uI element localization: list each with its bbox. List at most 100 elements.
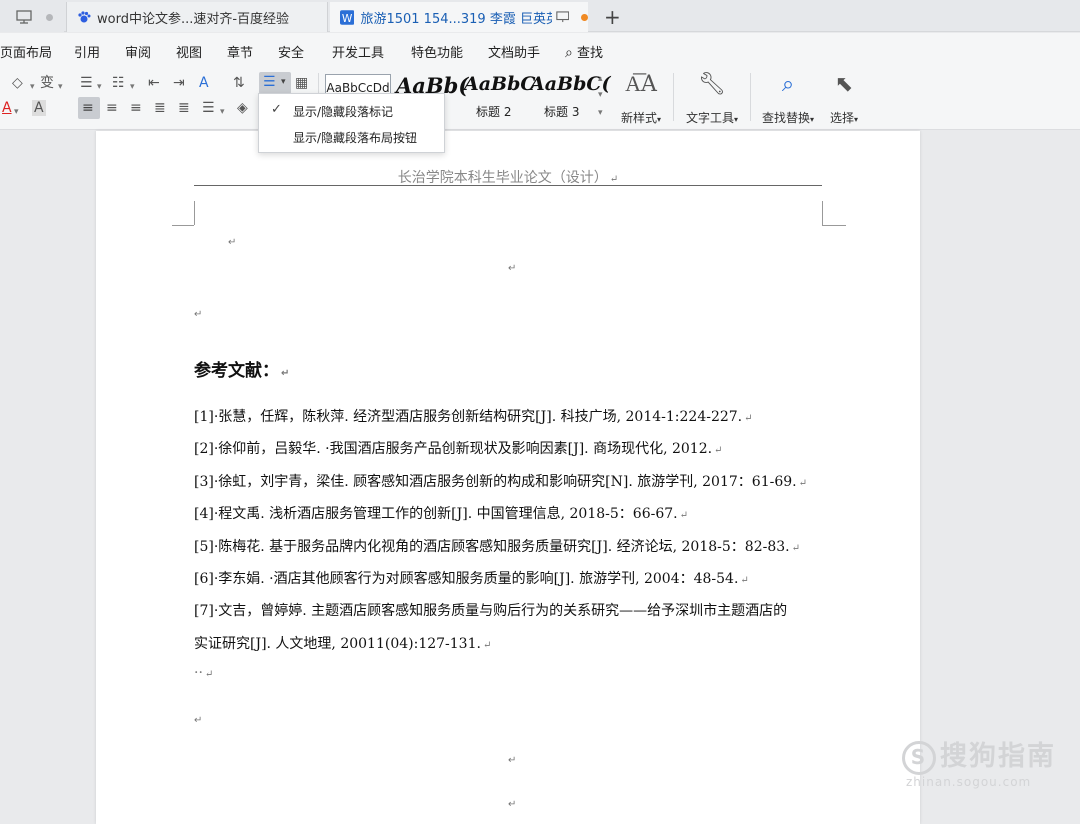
distributed-icon[interactable]: ≣ [178, 100, 190, 116]
sort-icon[interactable]: ⇅ [233, 75, 245, 91]
crop-mark [822, 225, 846, 226]
bullet-list-icon[interactable]: ☰ [80, 75, 93, 91]
paragraph-mark: ↵ [508, 755, 517, 766]
crop-mark [172, 225, 194, 226]
line-spacing-icon[interactable]: ☰ [202, 100, 215, 116]
watermark-text: 搜狗指南 [940, 741, 1056, 772]
shading-icon[interactable]: ◈ [237, 100, 248, 116]
menu-item-toggle-paragraph-marks[interactable]: ✓ 显示/隐藏段落标记 [259, 97, 444, 123]
style-heading-2-preview[interactable]: AaBbC [464, 73, 536, 95]
menu-find-label: 查找 [576, 46, 603, 61]
tab-label: 旅游1501 154...319 李霞 巨英英 [360, 11, 552, 27]
find-replace-button[interactable]: ⌕ 查找替换▾ [756, 71, 820, 126]
new-tab-button[interactable]: + [604, 2, 621, 32]
reference-item: [3]·徐虹，刘宇青，梁佳. 顾客感知酒店服务创新的构成和影响研究[N]. 旅游… [194, 474, 807, 490]
menu-doc-assistant[interactable]: 文档助手 [488, 42, 540, 61]
paragraph-mark-toggle[interactable]: ☰ ▾ [259, 72, 291, 94]
eraser-icon[interactable]: ◇ [12, 75, 23, 91]
menu-section[interactable]: 章节 [227, 42, 253, 61]
style-heading-3-label[interactable]: 标题 3 [544, 103, 579, 120]
menu-review[interactable]: 审阅 [125, 42, 151, 61]
numbered-list-icon[interactable]: ☷ [112, 75, 125, 91]
chevron-down-icon: ▾ [281, 77, 286, 87]
reference-item: [1]·张慧，任辉，陈秋萍. 经济型酒店服务创新结构研究[J]. 科技广场, 2… [194, 409, 753, 425]
menu-item-toggle-layout-buttons[interactable]: 显示/隐藏段落布局按钮 [259, 123, 444, 149]
document-page[interactable]: 长治学院本科生毕业论文（设计） ↵ ↵ ↵ ↵ 参考文献： ↵ [1]·张慧，任辉，… [96, 131, 920, 824]
menu-features[interactable]: 特色功能 [411, 42, 463, 61]
toolbar-separator [673, 73, 674, 121]
increase-indent-icon[interactable]: ⇥ [173, 75, 185, 91]
menu-item-label: 显示/隐藏段落布局按钮 [293, 131, 418, 145]
baidu-paw-icon [78, 11, 91, 23]
toolbar: ◇ ▾ 变 ▾ ☰ ▾ ☷ ▾ ⇤ ⇥ A ⇅ ☰ ▾ ▦ A ▾ A ≡ ≡ … [0, 67, 1080, 130]
sogou-watermark: S 搜狗指南 zhinan.sogou.com [902, 734, 1056, 789]
toolbar-separator [750, 73, 751, 121]
wps-writer-icon: W [340, 9, 355, 24]
align-center-icon[interactable]: ≡ [106, 100, 118, 116]
paragraph-mark-dropdown: ✓ 显示/隐藏段落标记 显示/隐藏段落布局按钮 [258, 93, 445, 153]
chevron-down-icon[interactable]: ▾ [58, 79, 63, 95]
select-button[interactable]: ⬉ 选择▾ [824, 71, 864, 126]
menu-developer[interactable]: 开发工具 [332, 42, 384, 61]
new-style-icon: A͞A [625, 72, 657, 97]
char-shading-icon[interactable]: 变 [40, 75, 54, 91]
new-style-button[interactable]: A͞A 新样式▾ [616, 71, 666, 126]
menu-view[interactable]: 视图 [176, 42, 202, 61]
table-icon[interactable]: ▦ [295, 75, 308, 91]
tab-document[interactable]: W 旅游1501 154...319 李霞 巨英英 [330, 2, 588, 32]
reference-item: [4]·程文禹. 浅析酒店服务管理工作的创新[J]. 中国管理信息, 2018-… [194, 506, 688, 522]
chevron-down-icon[interactable]: ▾ [97, 79, 102, 95]
plus-icon: + [604, 5, 621, 29]
reference-item: [2]·徐仰前，吕毅华. ·我国酒店服务产品创新现状及影响因素[J]. 商场现代… [194, 441, 723, 457]
menu-item-label: 显示/隐藏段落标记 [293, 105, 394, 119]
gallery-more-icon[interactable]: ▾ [598, 105, 603, 121]
header-rule [194, 185, 822, 186]
chevron-down-icon[interactable]: ▾ [130, 79, 135, 95]
menu-page-layout[interactable]: 页面布局 [0, 42, 52, 61]
sogou-logo-icon: S [902, 740, 936, 775]
chevron-down-icon[interactable]: ▾ [14, 104, 19, 120]
cursor-arrow-icon: ⬉ [834, 72, 854, 97]
crop-mark [194, 201, 195, 225]
align-right-icon[interactable]: ≡ [130, 100, 142, 116]
reference-item: [5]·陈梅花. 基于服务品牌内化视角的酒店顾客感知服务质量研究[J]. 经济论… [194, 539, 800, 555]
tab-home[interactable] [0, 2, 64, 32]
monitor-icon [16, 10, 32, 24]
references-heading: 参考文献： ↵ [194, 361, 290, 381]
tab-baidu[interactable]: word中论文参...速对齐-百度经验 [66, 2, 328, 32]
select-label: 选择▾ [829, 111, 859, 125]
paragraph-mark: ↵ [508, 799, 517, 810]
menu-references[interactable]: 引用 [74, 42, 100, 61]
tab-bar: word中论文参...速对齐-百度经验 W 旅游1501 154...319 李… [0, 0, 1080, 32]
reference-item: [6]·李东娟. ·酒店其他顾客行为对顾客感知服务质量的影响[J]. 旅游学刊,… [194, 571, 749, 587]
decrease-indent-icon[interactable]: ⇤ [148, 75, 160, 91]
gallery-scroll-up-icon[interactable]: ▴ [598, 71, 603, 87]
crop-mark [822, 201, 823, 225]
new-style-label: 新样式▾ [620, 111, 662, 125]
align-left-button[interactable]: ≡ [78, 97, 100, 119]
text-tools-button[interactable]: 🔧︎ 文字工具▾ [680, 71, 744, 126]
text-direction-icon[interactable]: A [199, 75, 209, 91]
reference-item: [7]·文吉，曾婷婷. 主题酒店顾客感知服务质量与购后行为的关系研究——给予深圳… [194, 603, 788, 619]
justify-icon[interactable]: ≣ [154, 100, 166, 116]
style-heading-2-label[interactable]: 标题 2 [476, 103, 511, 120]
menu-security[interactable]: 安全 [278, 42, 304, 61]
svg-text:W: W [342, 12, 353, 24]
menu-find[interactable]: ⌕ 查找 [565, 42, 603, 61]
font-color-icon[interactable]: A [2, 100, 12, 116]
tab-status-dot [46, 13, 53, 21]
menu-bar: 页面布局 引用 审阅 视图 章节 安全 开发工具 特色功能 文档助手 ⌕ 查找 [0, 33, 1080, 67]
paragraph-mark-icon: ☰ [263, 74, 276, 90]
paragraph-mark: ↵ [508, 263, 517, 274]
highlight-icon[interactable]: A [32, 100, 46, 116]
watermark-url: zhinan.sogou.com [906, 774, 1032, 789]
wrench-icon: 🔧︎ [698, 72, 726, 97]
gallery-scroll-down-icon[interactable]: ▾ [598, 87, 603, 103]
chevron-down-icon[interactable]: ▾ [30, 79, 35, 95]
monitor-icon[interactable] [556, 11, 569, 23]
paragraph-mark: ↵ [194, 715, 203, 726]
chevron-down-icon[interactable]: ▾ [220, 104, 225, 120]
magnifier-icon: ⌕ [781, 72, 795, 97]
tab-label: word中论文参...速对齐-百度经验 [97, 11, 290, 27]
find-replace-label: 查找替换▾ [761, 111, 815, 125]
